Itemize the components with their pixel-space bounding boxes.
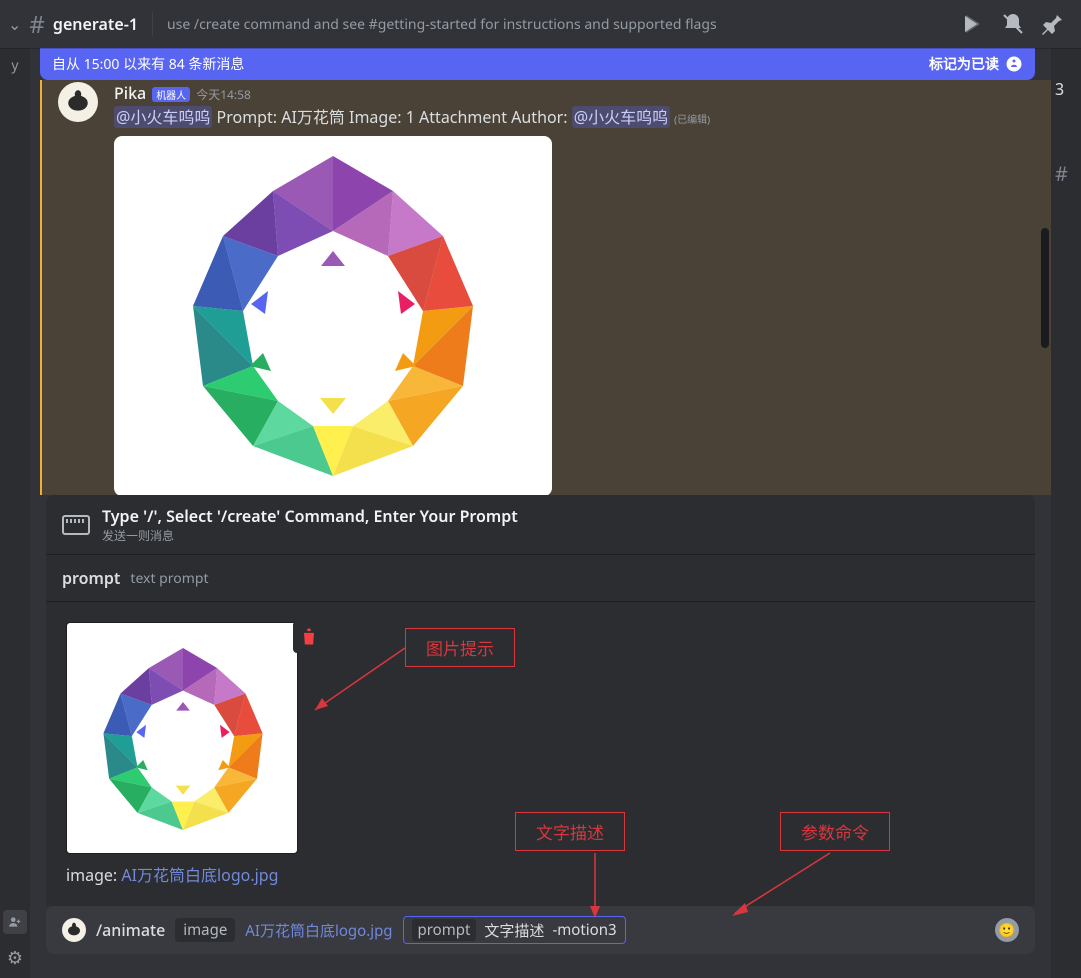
threads-icon[interactable] — [961, 12, 985, 36]
avatar[interactable] — [58, 82, 98, 122]
param-prompt-text: 文字描述 — [484, 920, 544, 941]
message-input[interactable]: /animate image AI万花筒白底logo.jpg prompt 文字… — [46, 906, 1035, 954]
message-body: @小火车呜呜 Prompt: AI万花筒 Image: 1 Attachment… — [114, 106, 1035, 128]
right-count: 3 — [1055, 78, 1077, 100]
mark-read-label: 标记为已读 — [929, 54, 999, 74]
messages: Pika 机器人 今天14:58 @小火车呜呜 Prompt: AI万花筒 Im… — [40, 80, 1051, 495]
add-user-icon[interactable] — [3, 910, 27, 934]
command-name: /animate — [96, 919, 165, 941]
right-hash-icon: # — [1055, 160, 1077, 187]
keyboard-icon — [62, 515, 90, 535]
attachment-image[interactable] — [114, 136, 552, 495]
timestamp: 今天14:58 — [196, 86, 251, 103]
new-messages-bar[interactable]: 自从 15:00 以来有 84 条新消息 标记为已读 — [40, 48, 1035, 80]
prompt-desc: text prompt — [130, 569, 208, 588]
mention[interactable]: @小火车呜呜 — [114, 106, 212, 128]
mark-read-icon — [1005, 55, 1023, 73]
param-image-label: image — [175, 918, 235, 942]
scrollbar[interactable] — [1041, 228, 1049, 348]
left-sidebar: y ⚙ — [0, 48, 30, 978]
channel-header: ⌄ # generate-1 use /create command and s… — [0, 0, 1081, 48]
prompt-label: prompt — [62, 567, 120, 589]
cut-text: y — [11, 56, 18, 75]
delete-attachment-button[interactable] — [293, 621, 325, 653]
emoji-picker-icon[interactable]: 🙂 — [995, 918, 1019, 942]
hint-subtitle: 发送一则消息 — [102, 527, 518, 544]
pin-icon[interactable] — [1041, 12, 1065, 36]
command-app-icon — [62, 918, 86, 942]
param-image-value[interactable]: AI万花筒白底logo.jpg — [245, 920, 392, 941]
settings-gear-icon[interactable]: ⚙ — [7, 946, 23, 970]
param-prompt-label: prompt — [412, 919, 477, 941]
hash-icon: # — [29, 8, 45, 41]
input-zone: Type '/', Select '/create' Command, Ente… — [30, 495, 1051, 978]
channel-name: generate-1 — [53, 13, 138, 35]
author-name[interactable]: Pika — [114, 82, 146, 104]
channel-topic[interactable]: use /create command and see #getting-sta… — [167, 15, 961, 34]
edited-tag: (已编辑) — [674, 112, 710, 126]
bot-tag: 机器人 — [152, 87, 190, 102]
hint-title: Type '/', Select '/create' Command, Ente… — [102, 505, 518, 527]
upload-card: image: AI万花筒白底logo.jpg — [66, 622, 298, 886]
divider — [152, 12, 153, 36]
chevron-down-icon[interactable]: ⌄ — [8, 13, 21, 35]
right-sidebar: 3 # — [1051, 48, 1081, 978]
command-hint[interactable]: Type '/', Select '/create' Command, Ente… — [46, 495, 1035, 555]
param-prompt-flag: -motion3 — [552, 920, 616, 940]
upload-thumbnail[interactable] — [66, 622, 298, 854]
notifications-icon[interactable] — [1001, 12, 1025, 36]
new-messages-text: 自从 15:00 以来有 84 条新消息 — [52, 54, 244, 74]
message: Pika 机器人 今天14:58 @小火车呜呜 Prompt: AI万花筒 Im… — [42, 80, 1051, 495]
upload-area: image: AI万花筒白底logo.jpg — [46, 602, 1035, 906]
prompt-option[interactable]: prompt text prompt — [46, 555, 1035, 602]
chat-area: 自从 15:00 以来有 84 条新消息 标记为已读 Pika 机器人 今天14… — [30, 48, 1051, 978]
mention[interactable]: @小火车呜呜 — [572, 106, 670, 128]
upload-filename: image: AI万花筒白底logo.jpg — [66, 862, 298, 886]
param-prompt-box[interactable]: prompt 文字描述 -motion3 — [403, 916, 626, 944]
